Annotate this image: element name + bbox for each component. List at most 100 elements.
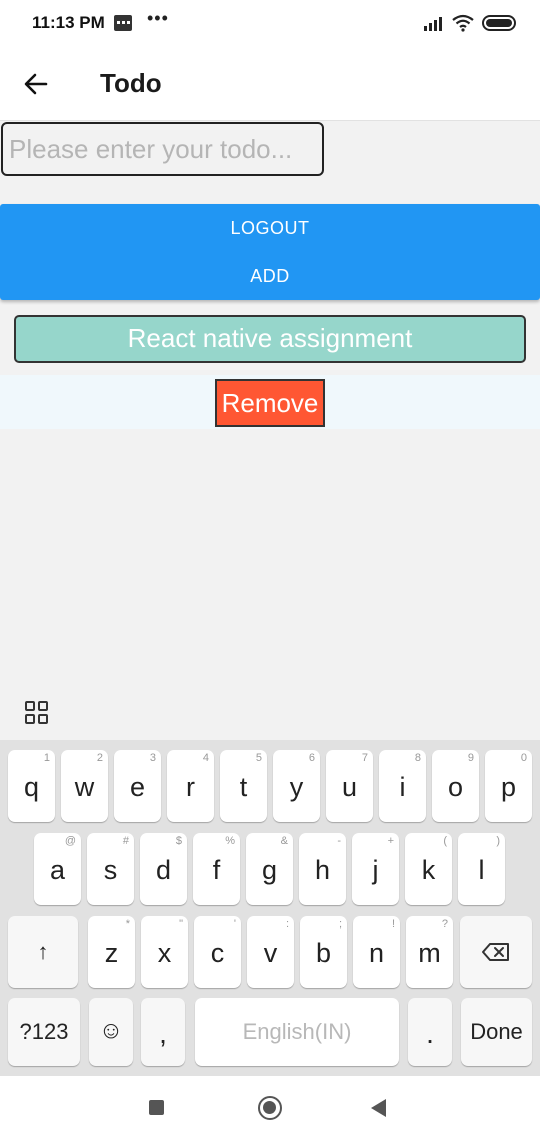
- key-f[interactable]: % f: [193, 833, 240, 905]
- key-label: c: [210, 938, 225, 968]
- key-label: y: [289, 772, 304, 802]
- key-hint: 6: [308, 752, 315, 764]
- arrow-left-icon[interactable]: [18, 66, 54, 102]
- key-o[interactable]: 9o: [432, 750, 479, 822]
- home-circle-icon[interactable]: [258, 1096, 282, 1120]
- signal-icon: [424, 15, 446, 31]
- todo-input[interactable]: [1, 122, 324, 176]
- key-hint: 8: [414, 752, 421, 764]
- todo-item[interactable]: React native assignment: [14, 315, 526, 363]
- key-label: g: [261, 855, 278, 885]
- backspace-key[interactable]: [460, 916, 532, 988]
- key-label: r: [186, 772, 195, 802]
- key-label: m: [418, 938, 441, 968]
- status-bar: 11:13 PM •••: [0, 0, 540, 48]
- key-v[interactable]: :v: [247, 916, 294, 988]
- key-hint: $: [175, 835, 182, 847]
- key-hint: :: [285, 918, 289, 930]
- key-hint: 2: [96, 752, 103, 764]
- key-hint: !: [391, 918, 395, 930]
- key-label: f: [212, 855, 221, 885]
- key-d[interactable]: $ d: [140, 833, 187, 905]
- key-hint: &: [280, 835, 288, 847]
- backspace-icon: [482, 943, 509, 961]
- key-label: t: [239, 772, 248, 802]
- key-x[interactable]: " x: [141, 916, 188, 988]
- key-hint: ;: [338, 918, 342, 930]
- key-m[interactable]: ? m: [406, 916, 453, 988]
- key-q[interactable]: 1q: [8, 750, 55, 822]
- key-hint: 3: [149, 752, 156, 764]
- todo-actions-row: Remove: [0, 375, 540, 429]
- key-h[interactable]: -h: [299, 833, 346, 905]
- space-key[interactable]: English(IN): [195, 998, 399, 1066]
- key-t[interactable]: 5t: [220, 750, 267, 822]
- done-key[interactable]: Done: [461, 998, 532, 1066]
- key-label: p: [500, 772, 517, 802]
- key-label: u: [341, 772, 358, 802]
- key-s[interactable]: # s: [87, 833, 134, 905]
- add-button[interactable]: ADD: [0, 252, 540, 300]
- page-title: Todo: [100, 68, 162, 98]
- key-hint: 9: [467, 752, 474, 764]
- keyboard: 1q 2w 3e 4r 5t 6y 7u 8i 9o 0p @ a # s $ d %…: [0, 740, 540, 1076]
- key-b[interactable]: ; b: [300, 916, 347, 988]
- logout-button[interactable]: LOGOUT: [0, 204, 540, 252]
- key-label: h: [314, 855, 331, 885]
- key-label: s: [103, 855, 118, 885]
- key-a[interactable]: @ a: [34, 833, 81, 905]
- key-hint: 1: [43, 752, 50, 764]
- key-hint: -: [337, 835, 341, 847]
- recents-square-icon[interactable]: [149, 1100, 164, 1115]
- key-hint: ?: [441, 918, 448, 930]
- key-u[interactable]: 7u: [326, 750, 373, 822]
- key-hint: ": [179, 918, 183, 930]
- wifi-icon: [452, 14, 474, 32]
- key-y[interactable]: 6y: [273, 750, 320, 822]
- period-key[interactable]: .: [408, 998, 452, 1066]
- app-header: Todo: [0, 48, 540, 121]
- key-label: e: [129, 772, 146, 802]
- key-label: q: [23, 772, 40, 802]
- shift-key[interactable]: ↑: [8, 916, 78, 988]
- button-group: LOGOUT ADD: [0, 204, 540, 300]
- key-k[interactable]: (k: [405, 833, 452, 905]
- key-r[interactable]: 4r: [167, 750, 214, 822]
- key-hint: 5: [255, 752, 262, 764]
- key-label: n: [368, 938, 385, 968]
- key-hint: *: [125, 918, 130, 930]
- key-label: o: [447, 772, 464, 802]
- remove-button[interactable]: Remove: [215, 379, 325, 427]
- more-dots-icon: •••: [147, 8, 169, 28]
- key-label: i: [399, 772, 406, 802]
- key-hint: (: [443, 835, 447, 847]
- key-hint: ): [496, 835, 500, 847]
- key-hint: 7: [361, 752, 368, 764]
- key-l[interactable]: ) l: [458, 833, 505, 905]
- key-n[interactable]: ! n: [353, 916, 400, 988]
- key-label: z: [104, 938, 119, 968]
- key-i[interactable]: 8i: [379, 750, 426, 822]
- system-nav-bar: [0, 1076, 540, 1140]
- key-j[interactable]: + j: [352, 833, 399, 905]
- key-w[interactable]: 2w: [61, 750, 108, 822]
- key-z[interactable]: * z: [88, 916, 135, 988]
- key-hint: +: [387, 835, 394, 847]
- back-triangle-icon[interactable]: [371, 1099, 386, 1117]
- key-g[interactable]: & g: [246, 833, 293, 905]
- battery-icon: [482, 15, 516, 31]
- emoji-key[interactable]: ☺: [89, 998, 133, 1066]
- key-label: k: [421, 855, 436, 885]
- key-e[interactable]: 3e: [114, 750, 161, 822]
- message-icon: [114, 15, 132, 31]
- key-label: b: [315, 938, 332, 968]
- key-label: j: [372, 855, 379, 885]
- key-c[interactable]: ' c: [194, 916, 241, 988]
- comma-key[interactable]: ,: [141, 998, 185, 1066]
- key-p[interactable]: 0p: [485, 750, 532, 822]
- key-hint: ': [233, 918, 236, 930]
- grid-icon[interactable]: [25, 701, 49, 725]
- key-label: l: [478, 855, 485, 885]
- numbers-key[interactable]: ?123: [8, 998, 80, 1066]
- key-hint: @: [64, 835, 76, 847]
